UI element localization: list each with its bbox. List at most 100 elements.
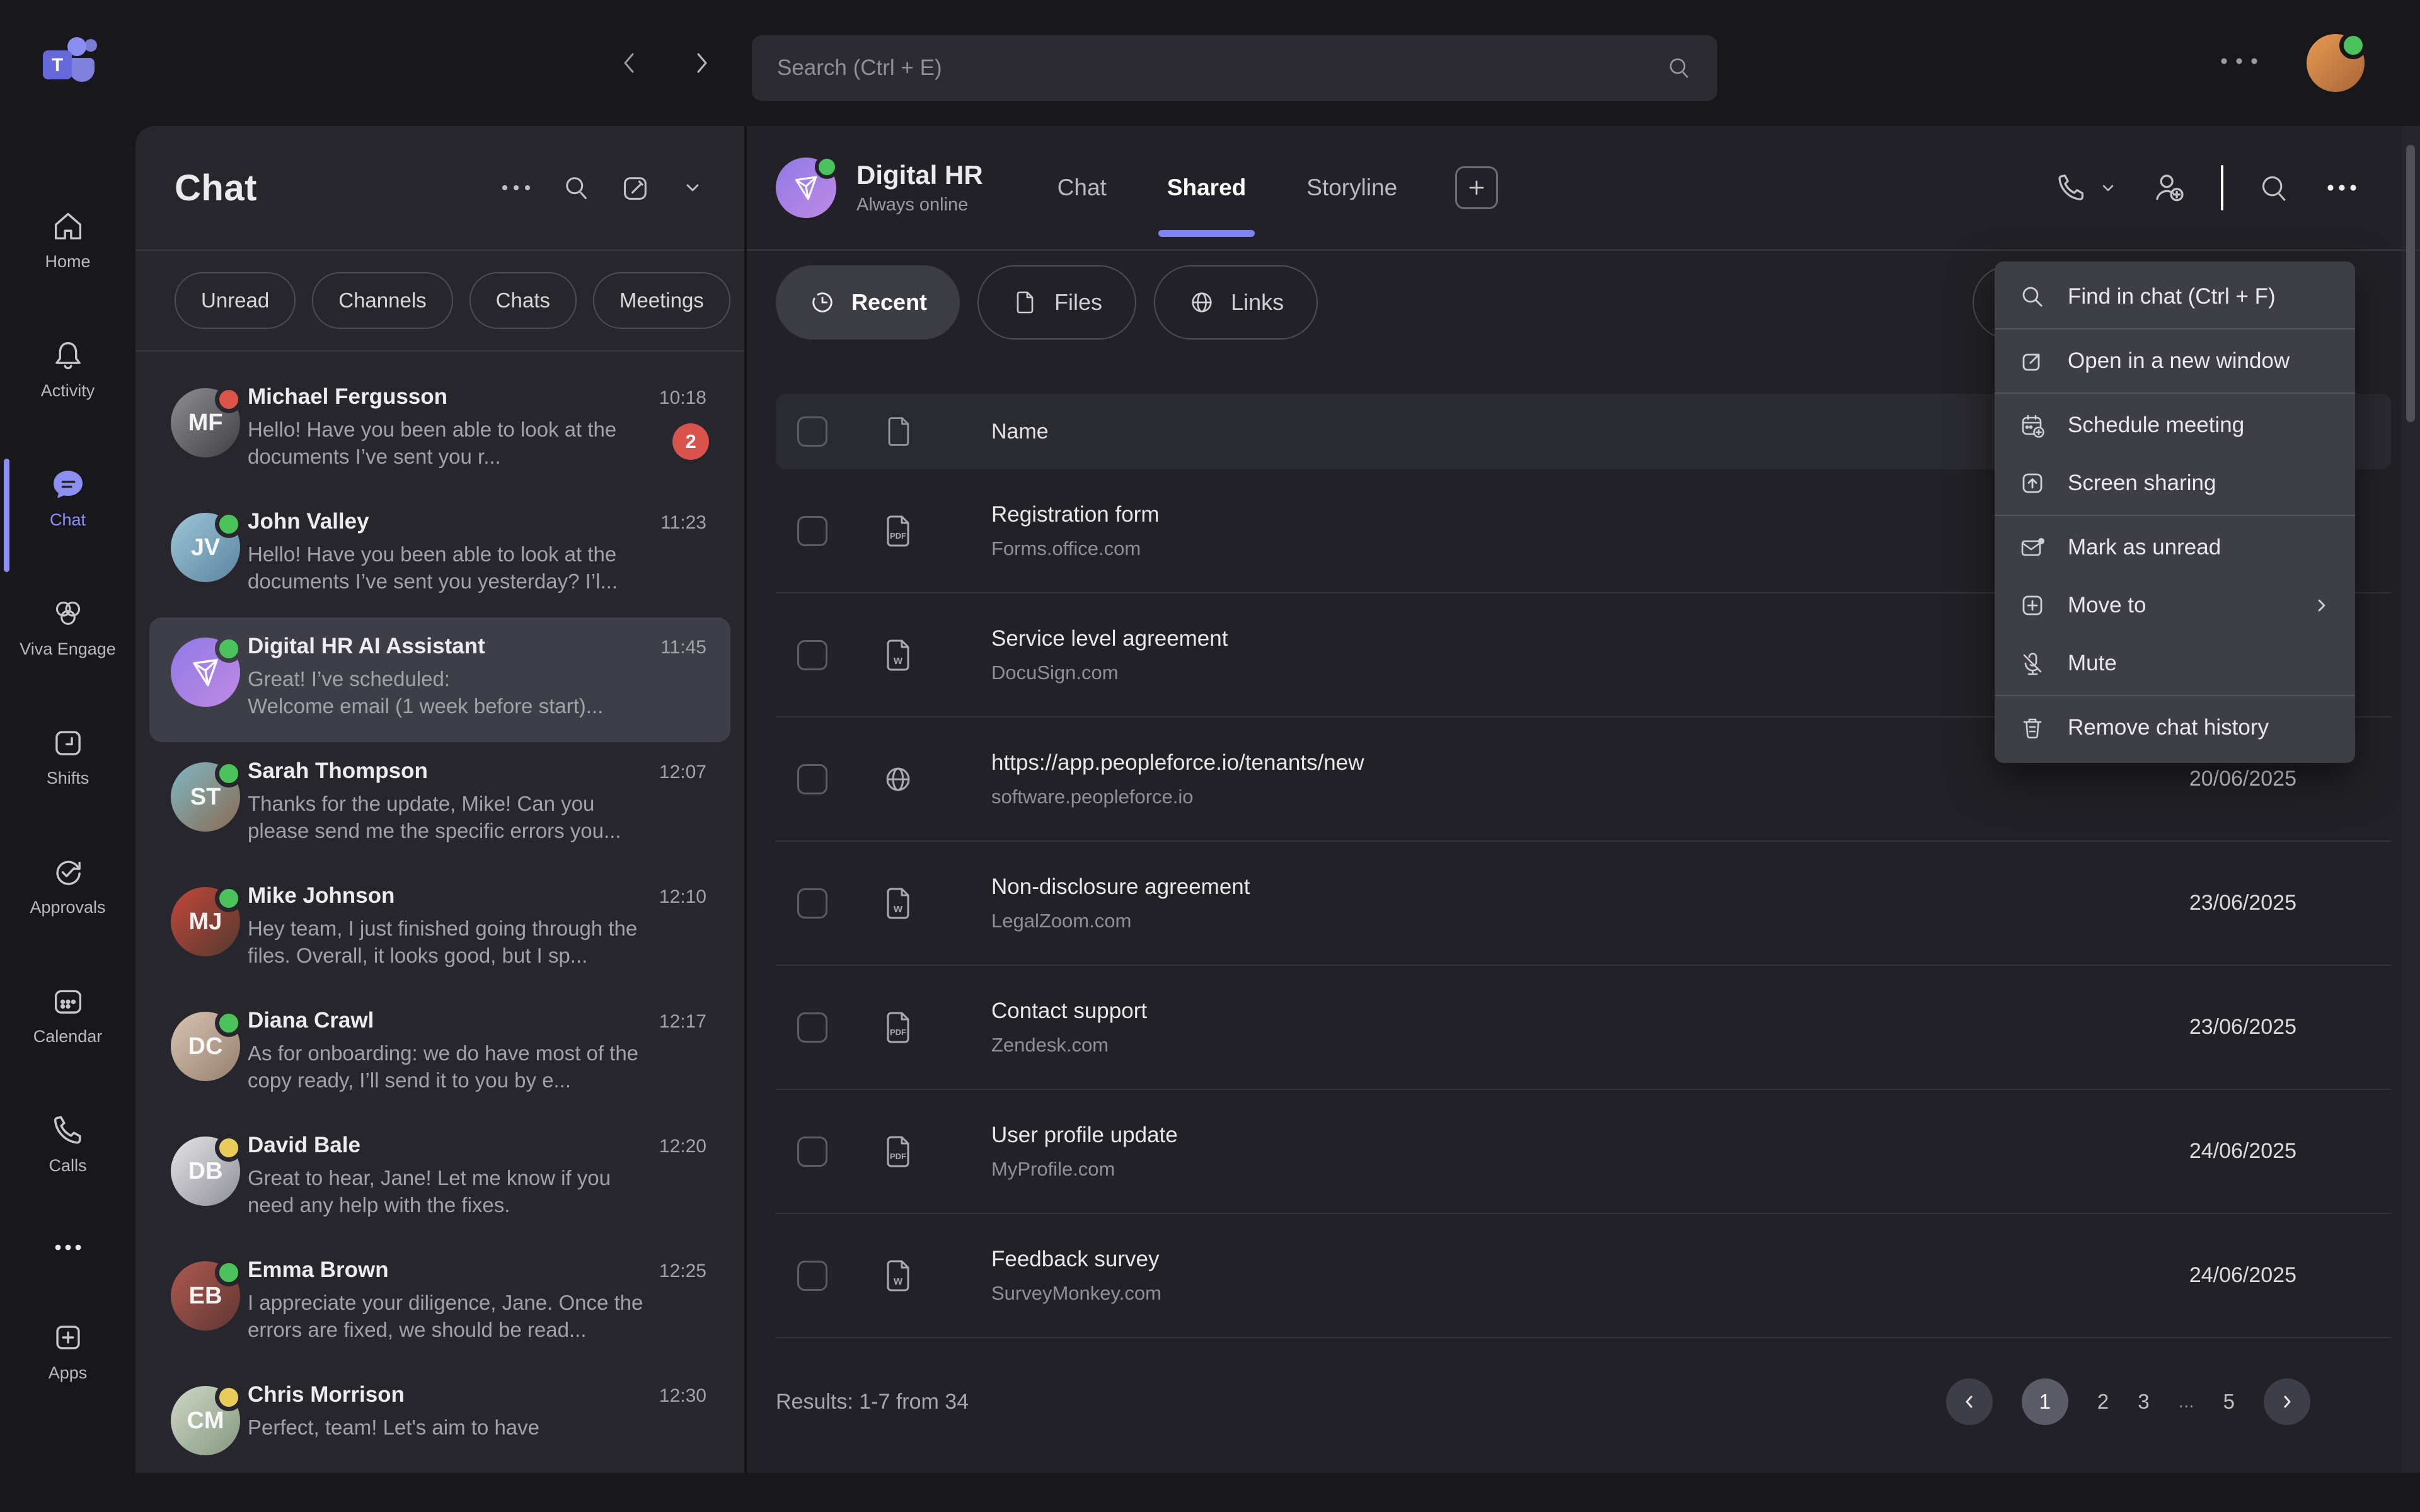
sidebar-item-calls[interactable]: Calls [0,1112,135,1176]
chat-filter-chips: Unread Channels Chats Meetings [135,251,744,352]
more-options-icon [50,1241,86,1254]
sidebar-item-label: Activity [41,381,95,401]
rail-more-button[interactable] [0,1241,135,1254]
list-item[interactable]: MF Michael Fergusson10:18 Hello! Have yo… [135,368,744,493]
context-menu: Find in chat (Ctrl + F) Open in a new wi… [1995,261,2355,763]
sidebar-item-home[interactable]: Home [0,208,135,272]
call-button[interactable] [2054,171,2118,205]
forward-button[interactable] [688,49,715,77]
app-rail: T Home Activity Chat Viva Engage Shifts … [0,0,135,1512]
sidebar-item-calendar[interactable]: Calendar [0,983,135,1046]
page-button-2[interactable]: 2 [2097,1390,2109,1414]
chevron-down-icon[interactable] [680,175,705,200]
select-all-checkbox[interactable] [797,416,827,447]
menu-item-screen-sharing[interactable]: Screen sharing [1995,454,2355,512]
conversation-more-button[interactable] [2324,183,2360,193]
file-date: 24/06/2025 [2189,1263,2296,1288]
list-item-selected[interactable]: Digital HR AI Assistant11:45 Great! I’ve… [149,617,730,742]
new-chat-icon[interactable] [621,173,651,203]
screen-share-icon [2019,469,2046,497]
menu-item-mark-as-unread[interactable]: Mark as unread [1995,518,2355,576]
presence-indicator [215,760,243,788]
sidebar-item-apps[interactable]: Apps [0,1319,135,1383]
filter-chip-meetings[interactable]: Meetings [593,272,730,329]
menu-divider [1995,515,2355,516]
results-count: Results: 1-7 from 34 [776,1390,969,1414]
chat-list-panel: Chat Unread Channels Chats Meetings MF M… [135,126,744,1473]
rail-nav: Home Activity Chat Viva Engage Shifts Ap… [0,208,135,1448]
calendar-add-icon [2019,411,2046,439]
row-checkbox[interactable] [797,1012,827,1043]
table-row[interactable]: PDF w User profile updateMyProfile.com 2… [776,1090,2391,1214]
sidebar-item-viva-engage[interactable]: Viva Engage [0,595,135,659]
row-checkbox[interactable] [797,764,827,794]
list-item[interactable]: CM Chris Morrison12:30 Perfect, team! Le… [135,1366,744,1473]
tab-chat[interactable]: Chat [1057,175,1107,201]
tab-shared[interactable]: Shared [1167,175,1246,201]
prev-page-button[interactable] [1946,1378,1993,1425]
clock-icon [809,289,836,316]
teams-logo-icon: T [38,32,98,88]
list-item[interactable]: MJ Mike Johnson12:10 Hey team, I just fi… [135,867,744,992]
list-item[interactable]: DC Diana Crawl12:17 As for onboarding: w… [135,992,744,1116]
row-checkbox[interactable] [797,640,827,670]
filter-chip-channels[interactable]: Channels [312,272,452,329]
row-checkbox[interactable] [797,1261,827,1291]
presence-indicator [2339,32,2367,59]
back-button[interactable] [616,49,643,77]
move-to-icon [2019,592,2046,619]
list-item[interactable]: JV John Valley11:23 Hello! Have you been… [135,493,744,617]
topbar-more-button[interactable] [2217,55,2261,67]
sidebar-item-approvals[interactable]: Approvals [0,854,135,917]
sidebar-item-shifts[interactable]: Shifts [0,724,135,788]
chat-search-icon[interactable] [562,173,592,203]
add-people-icon[interactable] [2152,170,2187,205]
menu-item-open-new-window[interactable]: Open in a new window [1995,332,2355,390]
menu-item-remove-chat-history[interactable]: Remove chat history [1995,699,2355,757]
table-row[interactable]: PDF w Non-disclosure agreementLegalZoom.… [776,842,2391,966]
avatar: MJ [171,887,240,956]
conversation-header: Digital HR Always online Chat Shared Sto… [747,126,2420,251]
menu-item-schedule-meeting[interactable]: Schedule meeting [1995,396,2355,454]
conversation-list: MF Michael Fergusson10:18 Hello! Have yo… [135,352,744,1473]
segment-recent[interactable]: Recent [776,265,960,340]
sidebar-item-chat[interactable]: Chat [0,466,135,530]
sidebar-item-label: Viva Engage [20,639,116,659]
chat-more-button[interactable] [500,183,533,192]
row-checkbox[interactable] [797,516,827,546]
user-avatar[interactable] [2307,34,2365,92]
list-item[interactable]: ST Sarah Thompson12:07 Thanks for the up… [135,742,744,867]
chat-icon [50,466,86,503]
shifts-icon [50,724,86,761]
find-in-chat-icon[interactable] [2257,171,2290,204]
svg-text:T: T [51,55,62,76]
page-button-1[interactable]: 1 [2022,1378,2068,1425]
filter-chip-unread[interactable]: Unread [175,272,296,329]
list-item[interactable]: EB Emma Brown12:25 I appreciate your dil… [135,1241,744,1366]
menu-item-mute[interactable]: Mute [1995,634,2355,692]
add-tab-button[interactable] [1455,166,1498,209]
bell-icon [50,337,86,374]
row-checkbox[interactable] [797,888,827,919]
sidebar-item-activity[interactable]: Activity [0,337,135,401]
page-title: Chat [175,167,257,209]
scrollbar-thumb[interactable] [2406,145,2415,422]
menu-item-move-to[interactable]: Move to [1995,576,2355,634]
segment-files[interactable]: Files [977,265,1136,340]
search-input[interactable] [776,55,1666,81]
tab-storyline[interactable]: Storyline [1306,175,1397,201]
next-page-button[interactable] [2264,1378,2310,1425]
column-header-name[interactable]: Name [991,420,1049,444]
menu-divider [1995,695,2355,696]
menu-item-find-in-chat[interactable]: Find in chat (Ctrl + F) [1995,268,2355,326]
list-item[interactable]: DB David Bale12:20 Great to hear, Jane! … [135,1116,744,1241]
calendar-icon [50,983,86,1019]
filter-chip-chats[interactable]: Chats [470,272,577,329]
page-button-3[interactable]: 3 [2138,1390,2149,1414]
page-button-5[interactable]: 5 [2223,1390,2235,1414]
table-row[interactable]: PDF w Feedback surveySurveyMonkey.com 24… [776,1214,2391,1338]
sidebar-item-label: Apps [49,1363,88,1383]
row-checkbox[interactable] [797,1137,827,1167]
segment-links[interactable]: Links [1154,265,1318,340]
table-row[interactable]: PDF w Contact supportZendesk.com 23/06/2… [776,966,2391,1090]
